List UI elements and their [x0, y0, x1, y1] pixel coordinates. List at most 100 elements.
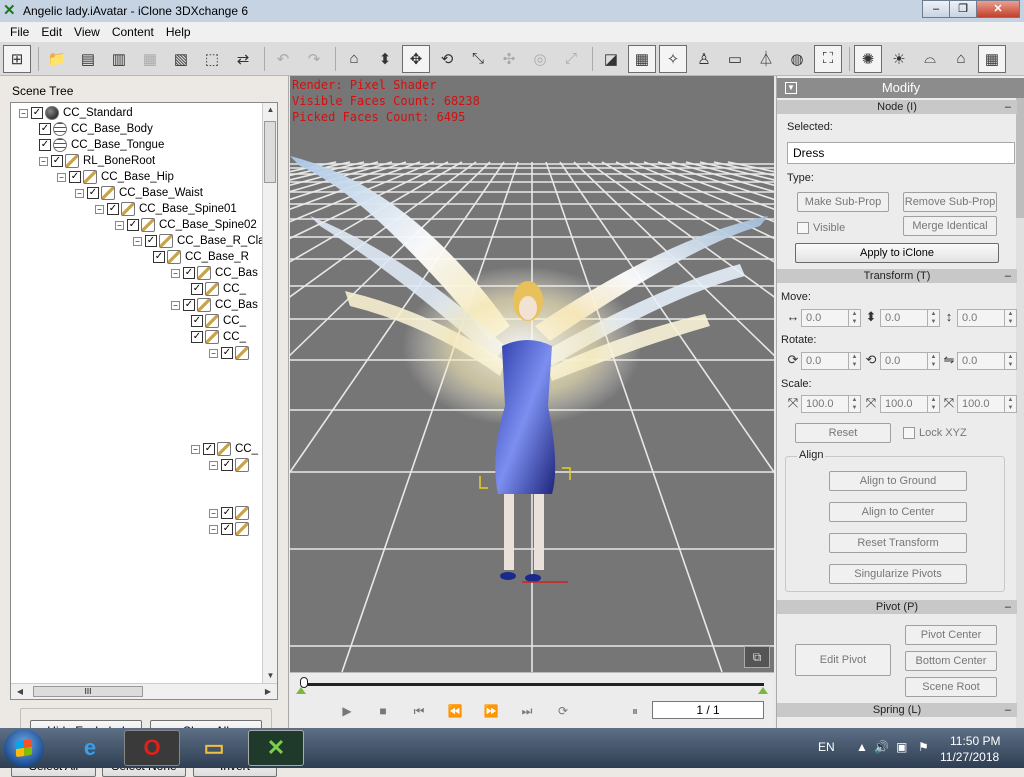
light-person-icon[interactable]: ♙ [690, 45, 718, 73]
menu-view[interactable]: View [68, 25, 106, 39]
selected-field[interactable]: Dress [787, 142, 1015, 164]
home-icon[interactable]: ⌂ [340, 45, 368, 73]
tree-expand-icon[interactable]: − [209, 524, 218, 534]
axis-icon[interactable]: ✧ [659, 44, 687, 73]
tree-expand-icon[interactable]: − [209, 508, 218, 518]
spinner-arrows[interactable]: ▲ ▼ [1004, 353, 1016, 369]
start-button[interactable] [4, 729, 44, 767]
scale-x-input[interactable]: 100.0 ▲ ▼ [801, 395, 861, 413]
prev-frame-icon[interactable]: ⏪ [446, 703, 464, 719]
tree-expand-icon[interactable]: − [95, 204, 104, 214]
tree-node[interactable]: − ✓ CC_Standard [19, 105, 133, 121]
tree-node-checkbox[interactable]: ✓ [191, 283, 203, 295]
remove-sub-prop-button[interactable]: Remove Sub-Prop [903, 192, 997, 212]
tree-node[interactable]: − ✓ CC_Base_Spine01 [95, 201, 237, 217]
move-z-input[interactable]: 0.0 ▲ ▼ [957, 309, 1017, 327]
tree-node[interactable]: − ✓ [209, 521, 253, 537]
apply-to-iclone-button[interactable]: Apply to iClone [795, 243, 999, 263]
menu-file[interactable]: File [4, 25, 35, 39]
collapse-icon[interactable]: – [1005, 703, 1011, 717]
scene-tree-icon[interactable]: ⊞ [3, 44, 31, 73]
modify-scrollbar[interactable] [1016, 98, 1024, 728]
visible-checkbox[interactable] [797, 222, 809, 234]
camera-icon[interactable]: ⏃ [752, 45, 780, 73]
spinner-arrows[interactable]: ▲ ▼ [927, 310, 939, 326]
scroll-right-icon[interactable]: ▶ [261, 684, 275, 699]
clock-date[interactable]: 11/27/2018 [940, 750, 999, 764]
tree-expand-icon[interactable]: − [39, 156, 48, 166]
3dxchange-taskbar-icon[interactable]: ✕ [248, 730, 304, 766]
move-y-input[interactable]: 0.0 ▲ ▼ [880, 309, 940, 327]
export-bvh-icon[interactable]: ▦ [136, 45, 164, 73]
sun-icon[interactable]: ☀ [885, 45, 913, 73]
tree-horizontal-scrollbar[interactable]: ◀ III ▶ [11, 683, 277, 699]
tree-node-checkbox[interactable]: ✓ [87, 187, 99, 199]
redo-icon[interactable]: ↷ [300, 45, 328, 73]
export-obj-icon[interactable]: ▧ [167, 45, 195, 73]
bottom-center-button[interactable]: Bottom Center [905, 651, 997, 671]
tree-node-checkbox[interactable]: ✓ [183, 299, 195, 311]
menu-help[interactable]: Help [160, 25, 197, 39]
tree-expand-icon[interactable]: − [133, 236, 142, 246]
node-section-header[interactable]: Node (I) – [777, 100, 1017, 114]
pivot-center-button[interactable]: Pivot Center [905, 625, 997, 645]
opera-icon[interactable]: O [124, 730, 180, 766]
tree-node[interactable]: − ✓ CC_Base_Waist [75, 185, 203, 201]
tree-node-checkbox[interactable]: ✓ [107, 203, 119, 215]
tree-node-checkbox[interactable]: ✓ [191, 315, 203, 327]
tree-node[interactable]: ✓ CC_ [191, 329, 246, 345]
tree-node-checkbox[interactable]: ✓ [221, 523, 233, 535]
network-icon[interactable]: ▣ [896, 740, 907, 754]
3d-viewport[interactable]: Render: Pixel Shader Visible Faces Count… [290, 76, 774, 672]
wireframe-toggle-icon[interactable]: ◪ [597, 45, 625, 73]
tree-node-checkbox[interactable]: ✓ [191, 331, 203, 343]
tree-node[interactable]: ✓ CC_ [191, 281, 246, 297]
move-down-icon[interactable]: ⬍ [371, 45, 399, 73]
singularize-pivots-button[interactable]: Singularize Pivots [829, 564, 967, 584]
pack-icon[interactable]: ⬚ [198, 45, 226, 73]
edit-pivot-button[interactable]: Edit Pivot [795, 644, 891, 676]
last-frame-icon[interactable]: ⏭ [518, 703, 536, 719]
grid-icon[interactable]: ▦ [628, 44, 656, 73]
loop-icon[interactable]: ⟳ [554, 703, 572, 719]
spinner-arrows[interactable]: ▲ ▼ [848, 310, 860, 326]
tree-node[interactable]: ✓ CC_Base_Body [39, 121, 153, 137]
align-to-ground-button[interactable]: Align to Ground [829, 471, 967, 491]
frame-counter[interactable]: 1 / 1 [652, 701, 764, 719]
reset-transform-button[interactable]: Reset Transform [829, 533, 967, 553]
tray-arrow-icon[interactable]: ▲ [856, 740, 868, 754]
museum-icon[interactable]: ⌂ [947, 45, 975, 73]
rotate-y-input[interactable]: 0.0 ▲ ▼ [880, 352, 940, 370]
tree-node[interactable]: ✓ CC_Base_R [153, 249, 249, 265]
rotate-icon[interactable]: ⟲ [433, 45, 461, 73]
next-frame-icon[interactable]: ⏩ [482, 703, 500, 719]
tree-expand-icon[interactable]: − [75, 188, 84, 198]
minimize-button[interactable]: – [922, 0, 950, 18]
close-button[interactable]: ✕ [976, 0, 1020, 18]
maximize-button[interactable]: ❐ [949, 0, 977, 18]
make-sub-prop-button[interactable]: Make Sub-Prop [797, 192, 889, 212]
snap-icon[interactable]: ✣ [495, 45, 523, 73]
lock-xyz-checkbox[interactable] [903, 427, 915, 439]
spring-section-header[interactable]: Spring (L) – [777, 703, 1017, 717]
tree-node-checkbox[interactable]: ✓ [31, 107, 43, 119]
volume-icon[interactable]: 🔊 [874, 740, 889, 754]
export-fbx-icon[interactable]: ▥ [105, 45, 133, 73]
timeline-end-marker[interactable] [758, 687, 768, 694]
scroll-thumb[interactable]: III [33, 686, 143, 697]
scale-z-input[interactable]: 100.0 ▲ ▼ [957, 395, 1017, 413]
play-icon[interactable]: ▶ [338, 703, 356, 719]
scroll-thumb[interactable] [1016, 98, 1024, 218]
tree-node-checkbox[interactable]: ✓ [127, 219, 139, 231]
open-folder-icon[interactable]: 📁 [43, 45, 71, 73]
spinner-arrows[interactable]: ▲ ▼ [1004, 310, 1016, 326]
box-icon[interactable]: ▭ [721, 45, 749, 73]
scroll-down-icon[interactable]: ▼ [263, 669, 277, 683]
spinner-arrows[interactable]: ▲ ▼ [927, 396, 939, 412]
tree-node-checkbox[interactable]: ✓ [221, 459, 233, 471]
tree-node-checkbox[interactable]: ✓ [39, 139, 51, 151]
language-indicator[interactable]: EN [818, 740, 835, 754]
spot-light-icon[interactable]: ⌓ [916, 45, 944, 73]
tree-expand-icon[interactable]: − [191, 444, 200, 454]
spinner-arrows[interactable]: ▲ ▼ [848, 353, 860, 369]
